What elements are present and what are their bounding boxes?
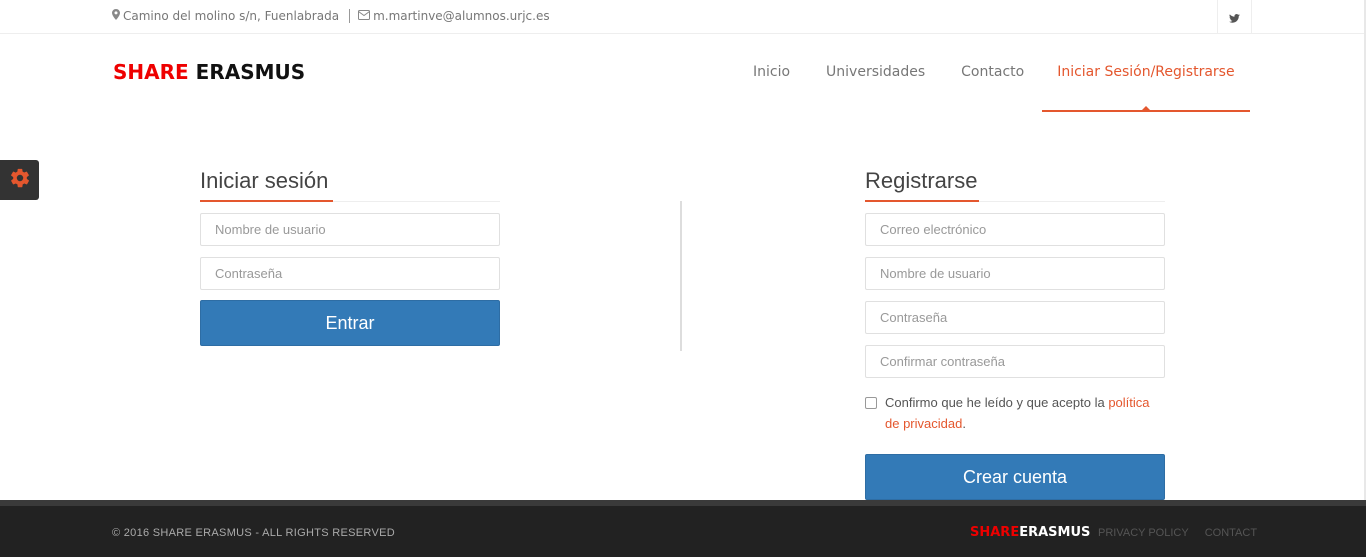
- nav-item-inicio[interactable]: Inicio: [735, 34, 808, 112]
- top-bar: Camino del molino s/n, Fuenlabrada m.mar…: [0, 0, 1366, 34]
- create-account-button[interactable]: Crear cuenta: [865, 454, 1165, 500]
- login-panel: Iniciar sesión Entrar: [200, 168, 500, 346]
- footer: © 2016 SHARE ERASMUS - ALL RIGHTS RESERV…: [0, 500, 1366, 557]
- nav-item-contacto[interactable]: Contacto: [943, 34, 1042, 112]
- login-username-input[interactable]: [200, 213, 500, 246]
- nav-item-login-register-label: Iniciar Sesión/Registrarse: [1057, 64, 1235, 80]
- twitter-icon: [1229, 8, 1240, 27]
- twitter-button[interactable]: [1217, 0, 1252, 34]
- register-title-underline: [865, 200, 979, 202]
- nav-item-login-register[interactable]: Iniciar Sesión/Registrarse: [1042, 34, 1250, 112]
- footer-logo-erasmus: ERASMUS: [1019, 525, 1091, 540]
- privacy-consent-end: .: [962, 416, 966, 431]
- register-email-input[interactable]: [865, 213, 1165, 246]
- brand-part-share: SHARE: [113, 60, 189, 84]
- envelope-icon: [358, 9, 371, 23]
- footer-link-contact[interactable]: CONTACT: [1205, 527, 1257, 539]
- contact-info: Camino del molino s/n, Fuenlabrada m.mar…: [112, 9, 550, 23]
- footer-link-privacy[interactable]: PRIVACY POLICY: [1098, 527, 1189, 539]
- login-title: Iniciar sesión: [200, 168, 329, 193]
- gear-icon: [9, 167, 31, 193]
- address-text: Camino del molino s/n, Fuenlabrada: [123, 9, 340, 23]
- footer-logo-share: SHARE: [970, 525, 1020, 540]
- separator: [349, 9, 351, 23]
- settings-toggle[interactable]: [0, 160, 39, 200]
- active-caret: [1141, 106, 1150, 110]
- register-title: Registrarse: [865, 168, 978, 193]
- login-password-input[interactable]: [200, 257, 500, 290]
- privacy-consent-text: Confirmo que he leído y que acepto la po…: [885, 392, 1165, 434]
- login-submit-button[interactable]: Entrar: [200, 300, 500, 346]
- nav-item-universidades[interactable]: Universidades: [808, 34, 943, 112]
- privacy-consent-label: Confirmo que he leído y que acepto la: [885, 395, 1109, 410]
- copyright-text: © 2016 SHARE ERASMUS - ALL RIGHTS RESERV…: [112, 527, 395, 539]
- register-password-input[interactable]: [865, 301, 1165, 334]
- map-marker-icon: [112, 9, 120, 23]
- privacy-consent: Confirmo que he leído y que acepto la po…: [865, 392, 1165, 434]
- register-confirm-password-input[interactable]: [865, 345, 1165, 378]
- footer-logo[interactable]: SHAREERASMUS: [970, 525, 1090, 540]
- footer-links: PRIVACY POLICY CONTACT: [1098, 527, 1273, 539]
- brand-logo[interactable]: SHARE ERASMUS: [113, 60, 305, 84]
- register-heading: Registrarse: [865, 168, 1165, 202]
- login-title-underline: [200, 200, 333, 202]
- brand-part-erasmus: ERASMUS: [195, 60, 306, 84]
- main-nav: Inicio Universidades Contacto Iniciar Se…: [735, 34, 1250, 112]
- login-heading: Iniciar sesión: [200, 168, 500, 202]
- column-divider: [680, 201, 682, 351]
- privacy-checkbox[interactable]: [865, 397, 877, 409]
- email-link[interactable]: m.martinve@alumnos.urjc.es: [373, 9, 550, 23]
- register-username-input[interactable]: [865, 257, 1165, 290]
- register-panel: Registrarse Confirmo que he leído y que …: [865, 168, 1165, 500]
